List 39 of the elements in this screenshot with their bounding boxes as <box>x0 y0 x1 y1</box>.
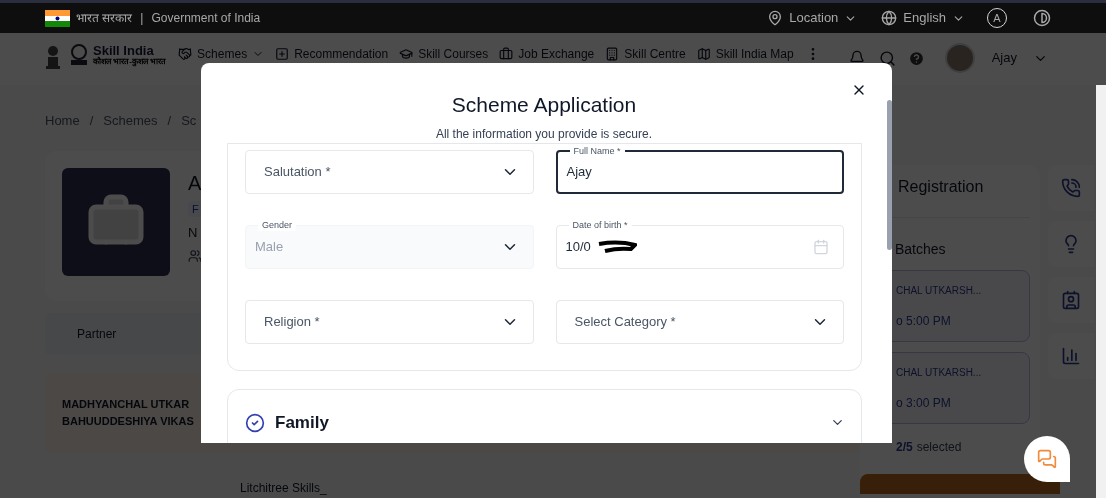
selected-label: selected <box>916 440 962 454</box>
batches-title: Batches <box>894 240 947 259</box>
selected-count: 2/5 <box>896 440 913 454</box>
field-placeholder: Select Category * <box>573 312 676 331</box>
batch-name: CHAL UTKARSH... <box>896 365 982 380</box>
government-text: Government of India <box>151 10 261 27</box>
scheme-title: A <box>188 170 202 196</box>
modal-title: Scheme Application <box>451 92 637 118</box>
scheme-subtitle: N <box>188 224 198 242</box>
location-button[interactable]: Location <box>767 8 858 28</box>
field-placeholder: Religion * <box>263 312 320 331</box>
column-header: Partner <box>77 325 117 343</box>
separator: | <box>140 10 144 27</box>
field-value: Male <box>255 237 284 256</box>
field-placeholder: Salutation * <box>263 162 331 181</box>
registration-title: Registration <box>897 177 985 197</box>
field-label: Full Name * <box>569 144 625 157</box>
batch-time: o 5:00 PM <box>896 312 951 330</box>
field-label: Gender <box>258 218 297 231</box>
select-field[interactable]: Select Category * <box>555 299 844 344</box>
accordion-header[interactable]: Family <box>227 388 862 443</box>
field-value: 10/0 <box>565 237 591 256</box>
field-label: Date of birth * <box>568 218 632 231</box>
language-button[interactable]: English <box>881 8 965 28</box>
table-cell-text: BAHUUDDESHIYA VIKAS <box>62 413 194 429</box>
modal-subtitle: All the information you provide is secure. <box>435 125 653 143</box>
select-field[interactable]: Salutation * <box>245 149 534 194</box>
breadcrumb-separator: / <box>167 112 172 130</box>
table-cell-text: MADHYANCHAL UTKAR <box>62 397 190 412</box>
government-hindi-text: भारत सरकार <box>76 10 133 27</box>
select-field[interactable]: Religion * <box>245 299 534 344</box>
section-title: Family <box>275 411 329 434</box>
field-value: Ajay <box>566 162 592 181</box>
batch-name: CHAL UTKARSH... <box>896 283 982 298</box>
breadcrumb-separator: / <box>89 112 94 130</box>
logo-title: Skill India <box>93 44 155 57</box>
logo-tagline: कौशल भारत-कुशल भारत <box>93 58 167 66</box>
table-cell-text: Litchitree Skills_ <box>240 479 327 497</box>
batch-time: o 3:00 PM <box>896 394 951 412</box>
